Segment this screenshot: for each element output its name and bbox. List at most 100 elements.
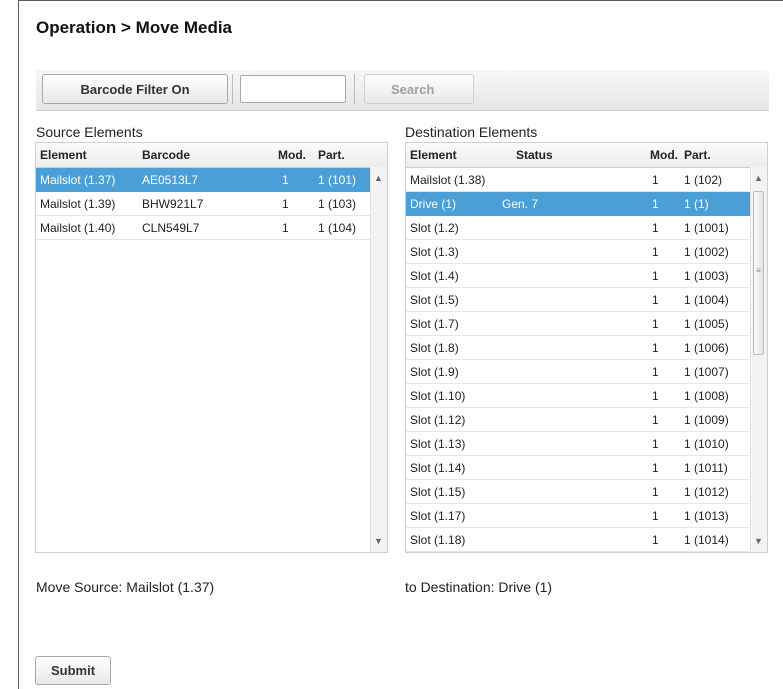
cell-mod: 1 <box>282 221 289 235</box>
cell-part: 1 (1006) <box>684 341 729 355</box>
cell-part: 1 (1004) <box>684 293 729 307</box>
column-header-part[interactable]: Part. <box>684 148 711 162</box>
table-row[interactable]: Slot (1.5) 1 1 (1004) <box>406 288 767 312</box>
cell-mod: 1 <box>652 509 659 523</box>
cell-part: 1 (1001) <box>684 221 729 235</box>
move-source-text: Move Source: Mailslot (1.37) <box>36 579 215 595</box>
destination-table-header: Element Status Mod. Part. <box>406 143 767 168</box>
table-row[interactable]: Slot (1.10) 1 1 (1008) <box>406 384 767 408</box>
cell-mod: 1 <box>282 173 289 187</box>
cell-element: Slot (1.15) <box>410 485 466 499</box>
cell-element: Slot (1.7) <box>410 317 459 331</box>
cell-element: Slot (1.18) <box>410 533 466 547</box>
cell-barcode: CLN549L7 <box>142 221 200 235</box>
cell-part: 1 (1013) <box>684 509 729 523</box>
cell-mod: 1 <box>652 413 659 427</box>
submit-button[interactable]: Submit <box>35 656 111 685</box>
scroll-grip-icon: ≡ <box>756 266 761 275</box>
cell-part: 1 (1008) <box>684 389 729 403</box>
source-elements-table: Element Barcode Mod. Part. Mailslot (1.3… <box>35 142 388 553</box>
cell-part: 1 (1) <box>684 197 709 211</box>
up-arrow-icon[interactable]: ▲ <box>754 173 763 183</box>
table-row[interactable]: Slot (1.8) 1 1 (1006) <box>406 336 767 360</box>
table-row[interactable]: Mailslot (1.39) BHW921L7 1 1 (103) <box>36 192 387 216</box>
cell-element: Slot (1.12) <box>410 413 466 427</box>
cell-mod: 1 <box>652 485 659 499</box>
barcode-filter-button[interactable]: Barcode Filter On <box>42 74 228 104</box>
search-button[interactable]: Search <box>364 74 474 104</box>
cell-mod: 1 <box>652 221 659 235</box>
cell-part: 1 (1007) <box>684 365 729 379</box>
cell-mod: 1 <box>652 341 659 355</box>
table-row[interactable]: Slot (1.7) 1 1 (1005) <box>406 312 767 336</box>
cell-element: Drive (1) <box>410 197 457 211</box>
cell-part: 1 (1011) <box>684 461 728 475</box>
cell-mod: 1 <box>652 389 659 403</box>
column-header-element[interactable]: Element <box>410 148 457 162</box>
cell-mod: 1 <box>652 317 659 331</box>
cell-element: Slot (1.4) <box>410 269 459 283</box>
cell-part: 1 (104) <box>318 221 357 235</box>
table-row[interactable]: Slot (1.2) 1 1 (1001) <box>406 216 767 240</box>
cell-part: 1 (1014) <box>684 533 729 547</box>
table-row[interactable]: Slot (1.9) 1 1 (1007) <box>406 360 767 384</box>
table-row[interactable]: Slot (1.12) 1 1 (1009) <box>406 408 767 432</box>
table-row[interactable]: Slot (1.14) 1 1 (1011) <box>406 456 767 480</box>
destination-elements-table: Element Status Mod. Part. Mailslot (1.38… <box>405 142 768 553</box>
cell-mod: 1 <box>282 197 289 211</box>
cell-mod: 1 <box>652 269 659 283</box>
table-row[interactable]: Slot (1.4) 1 1 (1003) <box>406 264 767 288</box>
table-row[interactable]: Mailslot (1.40) CLN549L7 1 1 (104) <box>36 216 387 240</box>
cell-part: 1 (1009) <box>684 413 729 427</box>
table-row[interactable]: Slot (1.15) 1 1 (1012) <box>406 480 767 504</box>
table-row[interactable]: Slot (1.13) 1 1 (1010) <box>406 432 767 456</box>
table-row[interactable]: Slot (1.3) 1 1 (1002) <box>406 240 767 264</box>
destination-scrollbar[interactable]: ▲ ≡ ▼ <box>750 167 767 552</box>
cell-part: 1 (1010) <box>684 437 729 451</box>
table-row[interactable]: Mailslot (1.37) AE0513L7 1 1 (101) <box>36 168 387 192</box>
cell-element: Mailslot (1.39) <box>40 197 116 211</box>
toolbar-divider <box>232 74 233 104</box>
cell-element: Slot (1.3) <box>410 245 459 259</box>
search-input[interactable] <box>240 75 346 103</box>
column-header-mod[interactable]: Mod. <box>278 148 306 162</box>
source-scrollbar[interactable]: ▲ ▼ <box>370 167 387 552</box>
cell-part: 1 (1002) <box>684 245 729 259</box>
cell-element: Mailslot (1.37) <box>40 173 116 187</box>
destination-elements-label: Destination Elements <box>405 124 538 140</box>
source-table-header: Element Barcode Mod. Part. <box>36 143 387 168</box>
column-header-part[interactable]: Part. <box>318 148 345 162</box>
cell-element: Slot (1.5) <box>410 293 459 307</box>
up-arrow-icon[interactable]: ▲ <box>374 173 383 183</box>
table-row[interactable]: Slot (1.18) 1 1 (1014) <box>406 528 767 552</box>
cell-element: Slot (1.14) <box>410 461 466 475</box>
table-row[interactable]: Mailslot (1.38) 1 1 (102) <box>406 168 767 192</box>
cell-element: Slot (1.8) <box>410 341 459 355</box>
down-arrow-icon[interactable]: ▼ <box>374 536 383 546</box>
cell-part: 1 (1003) <box>684 269 729 283</box>
cell-part: 1 (1005) <box>684 317 729 331</box>
cell-mod: 1 <box>652 365 659 379</box>
down-arrow-icon[interactable]: ▼ <box>754 536 763 546</box>
cell-element: Mailslot (1.38) <box>410 173 486 187</box>
cell-element: Slot (1.9) <box>410 365 459 379</box>
cell-element: Slot (1.17) <box>410 509 466 523</box>
scroll-thumb[interactable]: ≡ <box>753 191 764 355</box>
cell-element: Slot (1.2) <box>410 221 459 235</box>
cell-mod: 1 <box>652 461 659 475</box>
column-header-mod[interactable]: Mod. <box>650 148 678 162</box>
cell-barcode: AE0513L7 <box>142 173 199 187</box>
toolbar-divider <box>354 74 355 104</box>
cell-status: Gen. 7 <box>502 197 539 211</box>
source-elements-label: Source Elements <box>36 124 143 140</box>
table-row[interactable]: Slot (1.17) 1 1 (1013) <box>406 504 767 528</box>
cell-part: 1 (103) <box>318 197 357 211</box>
cell-element: Slot (1.13) <box>410 437 466 451</box>
table-row[interactable]: Drive (1) Gen. 7 1 1 (1) <box>406 192 767 216</box>
cell-part: 1 (1012) <box>684 485 729 499</box>
column-header-element[interactable]: Element <box>40 148 87 162</box>
cell-mod: 1 <box>652 173 659 187</box>
cell-barcode: BHW921L7 <box>142 197 204 211</box>
column-header-status[interactable]: Status <box>516 148 553 162</box>
column-header-barcode[interactable]: Barcode <box>142 148 190 162</box>
